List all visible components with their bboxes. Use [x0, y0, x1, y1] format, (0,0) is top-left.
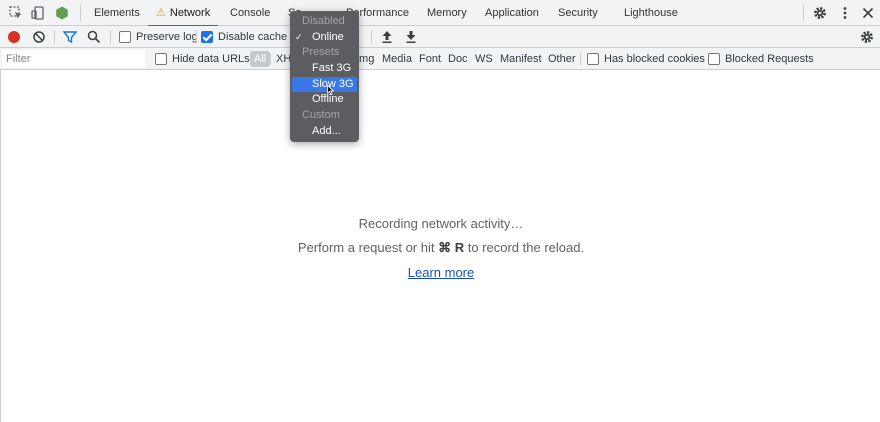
search-icon[interactable]: [86, 28, 102, 46]
blocked-requests-label: Blocked Requests: [725, 53, 814, 65]
blocked-requests-checkbox[interactable]: Blocked Requests: [708, 50, 814, 68]
tab-separator: [803, 5, 804, 21]
menu-item-online[interactable]: ✓ Online: [290, 30, 359, 46]
kebab-menu-icon[interactable]: [836, 4, 854, 22]
network-toolbar: Preserve log Disable cache: [0, 26, 880, 48]
menu-item-online-label: Online: [312, 30, 344, 43]
reload-hint-prefix: Perform a request or hit: [297, 240, 435, 255]
network-settings-gear-icon[interactable]: [860, 28, 874, 46]
tab-elements[interactable]: Elements: [94, 0, 140, 26]
preserve-log-label: Preserve log: [136, 31, 198, 43]
hide-data-urls-box[interactable]: [155, 53, 167, 65]
filter-separator: [580, 53, 581, 65]
tab-network-label: Network: [169, 7, 211, 19]
close-icon[interactable]: [859, 4, 877, 22]
toolbar-separator: [54, 30, 55, 44]
has-blocked-cookies-checkbox[interactable]: Has blocked cookies: [587, 50, 705, 68]
preserve-log-checkbox[interactable]: Preserve log: [119, 28, 198, 46]
checkmark-icon: ✓: [295, 31, 303, 42]
disable-cache-box[interactable]: [201, 31, 213, 43]
reload-hint-suffix: to record the reload.: [467, 240, 585, 255]
filter-icon[interactable]: [62, 28, 78, 46]
disable-cache-checkbox[interactable]: Disable cache: [201, 28, 287, 46]
disable-cache-label: Disable cache: [218, 31, 288, 43]
menu-heading-presets: Presets: [302, 46, 340, 59]
menu-item-slow-3g[interactable]: Slow 3G: [292, 76, 357, 93]
hide-data-urls-checkbox[interactable]: Hide data URLs: [155, 50, 250, 68]
filter-separator: [270, 53, 271, 65]
hide-data-urls-label: Hide data URLs: [172, 53, 250, 65]
record-icon[interactable]: [6, 28, 22, 46]
devtools-tab-bar: Elements ⚠Network Console So Performance…: [0, 0, 880, 27]
toolbar-separator: [371, 30, 372, 44]
warning-icon: ⚠: [156, 7, 166, 19]
learn-more-link[interactable]: Learn more: [408, 265, 474, 280]
type-filter-all[interactable]: All: [250, 51, 271, 67]
download-icon[interactable]: [404, 28, 418, 46]
tab-security[interactable]: Security: [558, 0, 598, 26]
reload-shortcut: ⌘ R: [438, 240, 465, 255]
menu-item-fast-3g[interactable]: Fast 3G: [290, 61, 359, 77]
filter-bar: Hide data URLs All XH Img Media Font Doc…: [0, 48, 880, 70]
clear-icon[interactable]: [31, 28, 47, 46]
preserve-log-box[interactable]: [119, 31, 131, 43]
type-filter-manifest[interactable]: Manifest: [500, 51, 542, 67]
menu-item-offline[interactable]: Offline: [290, 92, 359, 108]
menu-item-add[interactable]: Add...: [290, 124, 359, 140]
toolbar-separator: [196, 30, 197, 44]
learn-more-row: Learn more: [1, 265, 880, 280]
has-blocked-cookies-box[interactable]: [587, 53, 599, 65]
blocked-requests-box[interactable]: [708, 53, 720, 65]
filter-input[interactable]: [2, 50, 145, 68]
node-icon[interactable]: [53, 4, 71, 22]
type-filter-font[interactable]: Font: [419, 51, 441, 67]
menu-heading-custom: Custom: [302, 109, 340, 122]
reload-hint: Perform a request or hit ⌘ R to record t…: [1, 240, 880, 256]
throttling-dropdown: Disabled ✓ Online Presets Fast 3G Slow 3G…: [290, 11, 359, 142]
recording-message: Recording network activity…: [358, 216, 524, 231]
has-blocked-cookies-label: Has blocked cookies: [604, 53, 705, 65]
menu-heading-disabled: Disabled: [302, 15, 345, 27]
type-filter-media[interactable]: Media: [382, 51, 412, 67]
inspect-icon[interactable]: [7, 4, 25, 22]
type-filter-ws[interactable]: WS: [475, 51, 493, 67]
type-filter-other[interactable]: Other: [548, 51, 576, 67]
toolbar-separator: [110, 30, 111, 44]
gear-icon[interactable]: [811, 4, 829, 22]
tab-separator: [80, 5, 81, 21]
mouse-pointer-icon: [327, 84, 335, 98]
tab-lighthouse[interactable]: Lighthouse: [624, 0, 678, 26]
tab-memory[interactable]: Memory: [427, 0, 467, 26]
type-filter-doc[interactable]: Doc: [448, 51, 468, 67]
network-empty-panel: Recording network activity… Perform a re…: [0, 70, 880, 422]
device-toolbar-icon[interactable]: [29, 4, 47, 22]
tab-network[interactable]: ⚠ Network: [147, 0, 219, 27]
tab-console[interactable]: Console: [230, 0, 270, 26]
upload-icon[interactable]: [380, 28, 394, 46]
tab-application[interactable]: Application: [485, 0, 539, 26]
type-filter-xhr[interactable]: XH: [276, 51, 291, 67]
